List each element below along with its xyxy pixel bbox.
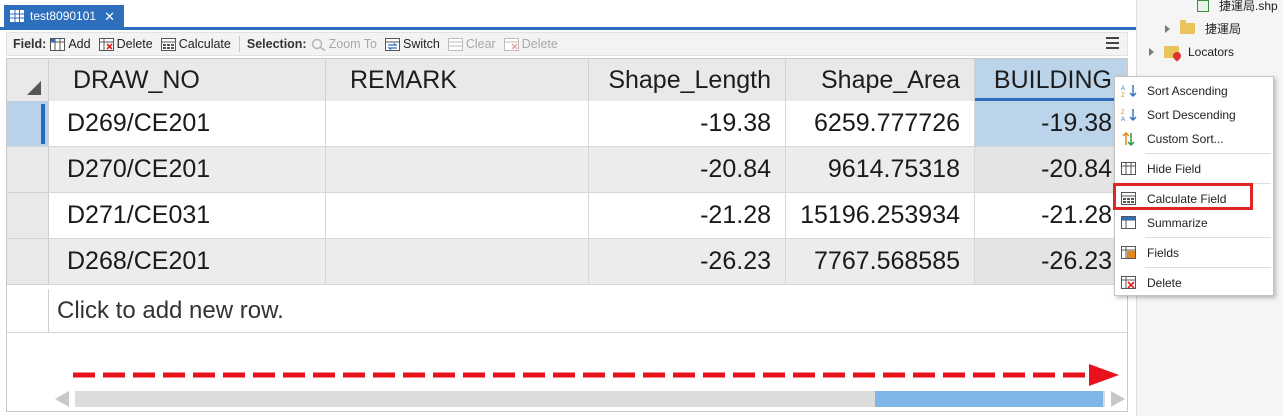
tree-item-shapefile[interactable]: 捷運局.shp xyxy=(1197,0,1278,14)
delete-field-icon xyxy=(1121,276,1137,290)
delete-field-button[interactable]: Delete xyxy=(98,37,153,51)
zoom-to-button[interactable]: Zoom To xyxy=(311,37,377,51)
table-cell[interactable]: -20.84 xyxy=(589,147,786,193)
menu-item-hide-field[interactable]: Hide Field xyxy=(1115,157,1273,181)
tab-title: test8090101 xyxy=(30,9,97,23)
tree-item-locators[interactable]: Locators xyxy=(1149,45,1234,59)
menu-separator xyxy=(1145,153,1271,154)
column-header-shape-area[interactable]: Shape_Area xyxy=(786,59,975,101)
corner-triangle-icon xyxy=(27,81,41,95)
table-cell[interactable]: -21.28 xyxy=(975,193,1127,239)
table-cell[interactable]: D270/CE201 xyxy=(49,147,326,193)
add-field-icon xyxy=(50,37,66,51)
svg-text:A: A xyxy=(1121,86,1125,92)
shapefile-icon xyxy=(1197,0,1209,12)
summarize-icon xyxy=(1121,216,1137,230)
tab-attribute-table[interactable]: test8090101 ✕ xyxy=(4,5,124,27)
delete-field-icon xyxy=(98,37,114,51)
custom-sort-icon xyxy=(1121,131,1137,147)
folder-icon xyxy=(1180,20,1195,34)
menu-icon[interactable] xyxy=(1106,37,1119,50)
table-cell[interactable] xyxy=(326,147,589,193)
table-cell[interactable]: 9614.75318 xyxy=(786,147,975,193)
calculate-field-button[interactable]: Calculate xyxy=(160,37,231,51)
menu-separator xyxy=(1145,267,1271,268)
annotation-dashed-line xyxy=(73,372,1093,378)
add-new-row[interactable]: Click to add new row. xyxy=(49,289,1127,333)
menu-item-custom-sort[interactable]: Custom Sort... xyxy=(1115,127,1273,151)
field-label: Field: xyxy=(13,37,47,51)
table-cell[interactable]: -19.38 xyxy=(589,101,786,147)
attribute-toolbar: Field: Add Delete Calculate Selection: Z… xyxy=(6,32,1128,56)
column-header-remark[interactable]: REMARK xyxy=(326,59,589,101)
column-header-building[interactable]: BUILDING xyxy=(975,59,1127,101)
row-header[interactable] xyxy=(7,147,49,193)
row-header[interactable] xyxy=(7,101,49,147)
expand-icon[interactable] xyxy=(1149,48,1154,56)
scroll-thumb[interactable] xyxy=(875,391,1103,407)
menu-separator xyxy=(1145,237,1271,238)
locators-icon xyxy=(1164,46,1179,58)
add-field-button[interactable]: Add xyxy=(50,37,91,51)
table-cell[interactable]: -21.28 xyxy=(589,193,786,239)
menu-item-sort-ascending[interactable]: AZ Sort Ascending xyxy=(1115,79,1273,103)
horizontal-scrollbar[interactable] xyxy=(55,389,1127,409)
table-cell[interactable]: 15196.253934 xyxy=(786,193,975,239)
calculator-icon xyxy=(160,37,176,51)
tree-item-folder[interactable]: 捷運局 xyxy=(1165,20,1241,37)
table-cell[interactable]: D269/CE201 xyxy=(49,101,326,147)
annotation-arrow-icon xyxy=(1089,364,1119,386)
new-row-header xyxy=(7,289,49,333)
column-header-draw-no[interactable]: DRAW_NO xyxy=(49,59,326,101)
table-cell[interactable]: -26.23 xyxy=(975,239,1127,285)
attribute-table: DRAW_NO REMARK Shape_Length Shape_Area B… xyxy=(6,58,1128,412)
expand-icon[interactable] xyxy=(1165,24,1170,33)
row-header[interactable] xyxy=(7,193,49,239)
clear-icon xyxy=(447,37,463,51)
table-cell[interactable]: -20.84 xyxy=(975,147,1127,193)
menu-item-fields[interactable]: Fields xyxy=(1115,241,1273,265)
menu-item-sort-descending[interactable]: ZA Sort Descending xyxy=(1115,103,1273,127)
tab-strip: test8090101 ✕ xyxy=(0,0,1136,30)
select-all-corner[interactable] xyxy=(7,59,49,101)
menu-item-summarize[interactable]: Summarize xyxy=(1115,211,1273,235)
table-cell[interactable]: -19.38 xyxy=(975,101,1127,147)
annotation-highlight-box xyxy=(1113,183,1253,210)
menu-item-delete[interactable]: Delete xyxy=(1115,271,1273,295)
sort-ascending-icon: AZ xyxy=(1121,84,1137,99)
svg-text:Z: Z xyxy=(1121,110,1125,116)
table-cell[interactable]: 7767.568585 xyxy=(786,239,975,285)
sort-descending-icon: ZA xyxy=(1121,108,1137,123)
table-cell[interactable]: D271/CE031 xyxy=(49,193,326,239)
table-cell[interactable] xyxy=(326,101,589,147)
column-header-shape-length[interactable]: Shape_Length xyxy=(589,59,786,101)
fields-icon xyxy=(1121,246,1137,260)
svg-text:Z: Z xyxy=(1121,93,1125,98)
delete-selected-button[interactable]: Delete xyxy=(503,37,558,51)
switch-icon xyxy=(385,37,401,51)
clear-selection-button[interactable]: Clear xyxy=(447,37,496,51)
hide-field-icon xyxy=(1121,162,1137,176)
table-cell[interactable]: D268/CE201 xyxy=(49,239,326,285)
scroll-right-icon[interactable] xyxy=(1111,391,1125,407)
svg-text:A: A xyxy=(1121,117,1125,122)
zoom-to-icon xyxy=(311,38,326,51)
delete-selected-icon xyxy=(503,37,519,51)
table-cell[interactable] xyxy=(326,193,589,239)
switch-selection-button[interactable]: Switch xyxy=(385,37,440,51)
row-header[interactable] xyxy=(7,239,49,285)
close-icon[interactable]: ✕ xyxy=(104,10,115,23)
table-icon xyxy=(10,10,24,22)
table-cell[interactable] xyxy=(326,239,589,285)
table-cell[interactable]: -26.23 xyxy=(589,239,786,285)
table-cell[interactable]: 6259.777726 xyxy=(786,101,975,147)
toolbar-divider xyxy=(238,36,240,52)
selection-label: Selection: xyxy=(246,37,307,51)
scroll-left-icon[interactable] xyxy=(55,391,69,407)
